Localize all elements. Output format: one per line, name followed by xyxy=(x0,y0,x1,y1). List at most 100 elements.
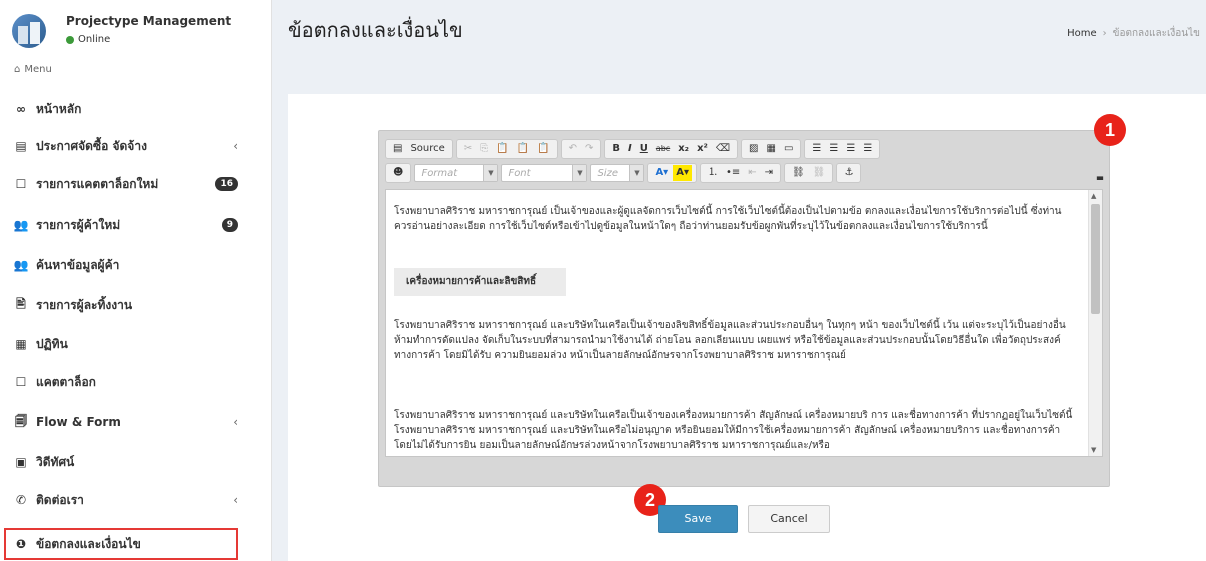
image-icon[interactable]: ▨ xyxy=(746,141,761,157)
toolbar-group-smiley: ☻ xyxy=(385,163,412,183)
unlink-icon[interactable]: ⛓ xyxy=(810,165,829,181)
align-center-icon[interactable]: ☰ xyxy=(826,141,841,157)
sidebar-item-label: ติดต่อเรา xyxy=(36,492,84,507)
cancel-button[interactable]: Cancel xyxy=(748,505,830,533)
superscript-icon[interactable]: x² xyxy=(694,141,711,157)
sidebar-item-calendar[interactable]: ▦ ปฏิทิน xyxy=(12,334,242,354)
strike-icon[interactable]: abc xyxy=(653,141,673,157)
sidebar: Projectype Management Online ⌂ Menu ∞ หน… xyxy=(0,0,272,561)
editor-paragraph: โรงพยาบาลศิริราช มหาราชการุณย์ และบริษัท… xyxy=(394,320,1066,361)
source-icon: ▤ xyxy=(393,143,403,154)
sidebar-item-label: วิดีทัศน์ xyxy=(36,454,75,469)
align-right-icon[interactable]: ☰ xyxy=(843,141,858,157)
sidebar-item-contact[interactable]: ✆ ติดต่อเรา ‹ xyxy=(12,490,242,510)
collapse-toolbar-icon[interactable]: ▃ xyxy=(1097,171,1103,180)
chevron-down-icon: ▼ xyxy=(572,165,587,181)
square-icon: ☐ xyxy=(15,177,27,191)
toolbar-group-lists: ⒈ •≡ ⇤ ⇥ xyxy=(699,163,782,183)
whatsapp-icon: ✆ xyxy=(15,493,27,507)
sidebar-item-new-catalog[interactable]: ☐ รายการแคตตาล็อกใหม่ 16 xyxy=(12,174,242,194)
sidebar-item-label: แคตตาล็อก xyxy=(36,374,96,389)
user-status: Online xyxy=(66,34,110,45)
editor-scrollbar[interactable]: ▲ ▼ xyxy=(1088,190,1102,456)
square-icon: ☐ xyxy=(15,375,27,389)
bold-icon[interactable]: B xyxy=(609,141,623,157)
content-header: ข้อตกลงและเงื่อนไข Home › ข้อตกลงและเงื่… xyxy=(272,0,1206,62)
format-combo-label: Format xyxy=(421,167,458,179)
cut-icon[interactable]: ✂ xyxy=(461,141,475,157)
paste-word-icon[interactable]: 📋 xyxy=(534,141,552,157)
align-left-icon[interactable]: ☰ xyxy=(809,141,824,157)
paste-text-icon[interactable]: 📋 xyxy=(514,141,532,157)
editor-content-area[interactable]: โรงพยาบาลศิริราช มหาราชการุณย์ เป็นเจ้าข… xyxy=(385,189,1103,457)
annotation-marker-1: 1 xyxy=(1094,114,1126,146)
toolbar-group-history: ↶ ↷ xyxy=(560,139,602,159)
breadcrumb-separator: › xyxy=(1102,28,1107,39)
user-name: Projectype Management xyxy=(66,14,232,28)
editor-heading: เครื่องหมายการค้าและลิขสิทธิ์ xyxy=(394,268,566,296)
online-dot-icon xyxy=(66,35,74,44)
sidebar-item-label: ประกาศจัดซื้อ จัดจ้าง xyxy=(36,138,147,153)
horizontal-rule-icon[interactable]: ▭ xyxy=(781,141,796,157)
chevron-down-icon: ▼ xyxy=(629,165,644,181)
subscript-icon[interactable]: x₂ xyxy=(675,141,692,157)
italic-icon[interactable]: I xyxy=(625,141,635,157)
sidebar-item-label: รายการผู้ละทิ้งงาน xyxy=(36,297,133,312)
sidebar-item-abandoned[interactable]: 🖹 รายการผู้ละทิ้งงาน xyxy=(12,295,242,315)
numbered-list-icon[interactable]: ⒈ xyxy=(705,165,721,181)
align-justify-icon[interactable]: ☰ xyxy=(860,141,875,157)
sidebar-item-home[interactable]: ∞ หน้าหลัก xyxy=(12,99,242,119)
count-badge: 9 xyxy=(221,218,238,232)
chevron-left-icon: ‹ xyxy=(233,415,238,429)
file-icon: 🖹 xyxy=(16,296,26,311)
copy-icon[interactable]: ⎘ xyxy=(477,141,491,157)
anchor-icon[interactable]: ⚓ xyxy=(841,165,856,181)
text-color-icon[interactable]: A▾ xyxy=(652,165,671,181)
sidebar-item-flow-form[interactable]: 🗐 Flow & Form ‹ xyxy=(12,412,242,432)
sidebar-item-label: ข้อตกลงและเงื่อนไข xyxy=(36,536,141,551)
sidebar-item-procurement[interactable]: ▤ ประกาศจัดซื้อ จัดจ้าง ‹ xyxy=(12,136,242,156)
eraser-icon[interactable]: ⌫ xyxy=(713,141,733,157)
sidebar-item-label: ค้นหาข้อมูลผู้ค้า xyxy=(36,257,120,272)
users-icon: 👥 xyxy=(13,258,29,272)
sidebar-item-new-vendors[interactable]: 👥 รายการผู้ค้าใหม่ 9 xyxy=(12,215,242,235)
link-icon[interactable]: ⛓ xyxy=(789,165,808,181)
save-button[interactable]: Save xyxy=(658,505,738,533)
menu-header-label: Menu xyxy=(24,64,52,75)
chevron-left-icon: ‹ xyxy=(233,139,238,153)
undo-icon[interactable]: ↶ xyxy=(566,141,580,157)
bulleted-list-icon[interactable]: •≡ xyxy=(723,165,743,181)
infinity-icon: ∞ xyxy=(16,102,26,116)
source-button[interactable]: Source xyxy=(407,141,447,157)
redo-icon[interactable]: ↷ xyxy=(582,141,596,157)
toolbar-group-anchor: ⚓ xyxy=(836,163,862,183)
home-icon: ⌂ xyxy=(14,64,21,75)
chevron-up-icon[interactable]: ▲ xyxy=(1091,192,1096,200)
table-icon[interactable]: ▦ xyxy=(764,141,779,157)
sidebar-item-catalog[interactable]: ☐ แคตตาล็อก xyxy=(12,372,242,392)
size-combo[interactable]: Size ▼ xyxy=(590,164,645,182)
indent-icon[interactable]: ⇥ xyxy=(762,165,776,181)
sidebar-item-terms[interactable]: ❶ ข้อตกลงและเงื่อนไข xyxy=(12,534,242,554)
size-combo-label: Size xyxy=(597,167,618,179)
format-combo[interactable]: Format ▼ xyxy=(414,164,499,182)
scroll-thumb[interactable] xyxy=(1091,204,1100,314)
smiley-icon[interactable]: ☻ xyxy=(390,165,406,181)
breadcrumb-home[interactable]: Home xyxy=(1067,28,1097,39)
sidebar-item-vendor-search[interactable]: 👥 ค้นหาข้อมูลผู้ค้า xyxy=(12,255,242,275)
count-badge: 16 xyxy=(215,177,238,191)
outdent-icon[interactable]: ⇤ xyxy=(745,165,759,181)
breadcrumb: Home › ข้อตกลงและเงื่อนไข xyxy=(1067,26,1200,41)
toolbar-group-basic: B I U abc x₂ x² ⌫ xyxy=(604,139,739,159)
editor-paragraph: โรงพยาบาลศิริราช มหาราชการุณย์ และบริษัท… xyxy=(394,410,1073,451)
font-combo[interactable]: Font ▼ xyxy=(501,164,588,182)
sidebar-item-video[interactable]: ▣ วิดีทัศน์ xyxy=(12,452,242,472)
info-icon: ❶ xyxy=(15,537,27,551)
avatar xyxy=(12,14,46,48)
paste-icon[interactable]: 📋 xyxy=(493,141,511,157)
bg-color-icon[interactable]: A▾ xyxy=(673,165,692,181)
chevron-down-icon[interactable]: ▼ xyxy=(1091,446,1096,454)
underline-icon[interactable]: U xyxy=(637,141,651,157)
menu-header: ⌂ Menu xyxy=(14,64,52,75)
sidebar-item-label: รายการผู้ค้าใหม่ xyxy=(36,217,121,232)
